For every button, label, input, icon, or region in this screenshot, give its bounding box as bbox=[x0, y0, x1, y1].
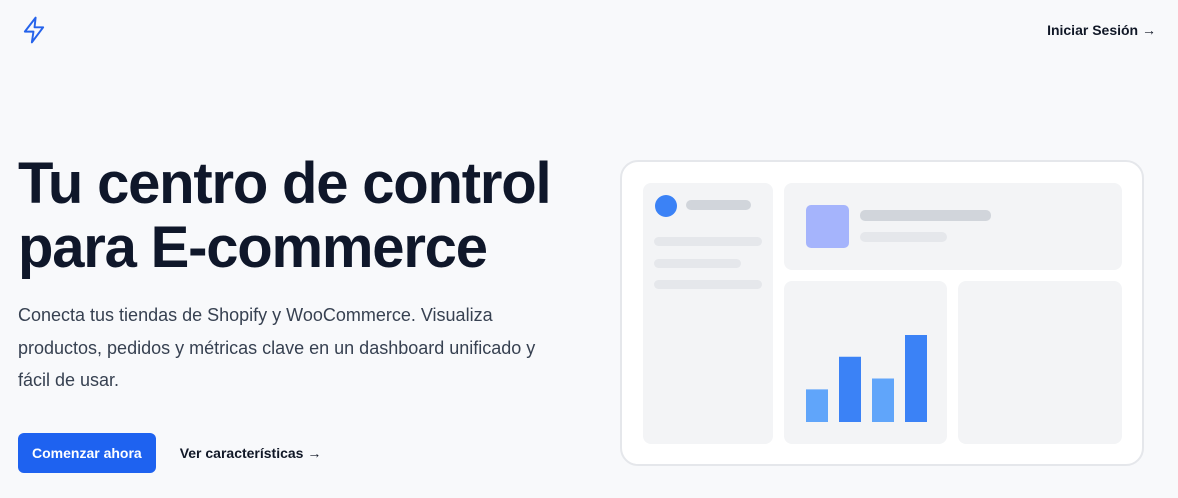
hero-subtitle: Conecta tus tiendas de Shopify y WooComm… bbox=[18, 305, 536, 390]
hero-title-line-2: para E-commerce bbox=[18, 215, 488, 280]
mockup-title-placeholder bbox=[860, 210, 991, 221]
mockup-line-placeholder bbox=[654, 280, 762, 289]
start-now-button[interactable]: Comenzar ahora bbox=[18, 433, 156, 473]
view-features-link[interactable]: Ver características → bbox=[180, 445, 322, 461]
hero-title: Tu centro de control para E-commerce bbox=[18, 152, 578, 280]
mockup-image-placeholder bbox=[806, 205, 849, 248]
mockup-chart-bar bbox=[806, 389, 828, 422]
hero-title-line-1: Tu centro de control bbox=[18, 151, 552, 216]
hero-section: Tu centro de control para E-commerce Con… bbox=[18, 152, 578, 397]
mockup-chart-card bbox=[784, 281, 947, 444]
dashboard-illustration bbox=[620, 160, 1144, 466]
lightning-bolt-icon[interactable] bbox=[20, 16, 48, 44]
mockup-chart-bar bbox=[872, 378, 894, 422]
mockup-name-placeholder bbox=[686, 200, 751, 210]
login-link[interactable]: Iniciar Sesión → bbox=[1047, 22, 1156, 38]
mockup-header-card bbox=[784, 183, 1122, 270]
mockup-empty-card bbox=[958, 281, 1122, 444]
mockup-avatar-dot bbox=[655, 195, 677, 217]
mockup-sidebar bbox=[643, 183, 773, 444]
mockup-chart-bar bbox=[839, 356, 861, 422]
mockup-bar-chart bbox=[806, 335, 927, 422]
mockup-line-placeholder bbox=[654, 259, 741, 268]
mockup-line-placeholder bbox=[654, 237, 762, 246]
cta-row: Comenzar ahora Ver características → bbox=[18, 433, 321, 473]
mockup-chart-bar bbox=[905, 335, 927, 422]
landing-page: Iniciar Sesión → Tu centro de control pa… bbox=[0, 0, 1178, 498]
mockup-text-placeholder bbox=[860, 232, 947, 242]
